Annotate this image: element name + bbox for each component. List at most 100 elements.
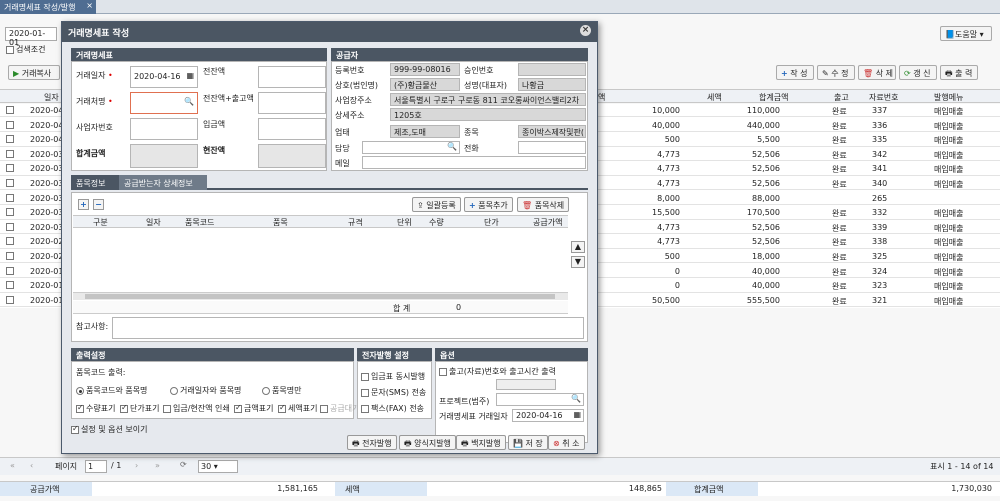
cancel-button[interactable]: ⊗ 취 소	[548, 435, 585, 450]
refresh-button[interactable]: ⟳ 갱 신	[899, 65, 937, 80]
reload-icon[interactable]: ⟳	[180, 460, 187, 469]
item-col-qty[interactable]: 수량	[429, 217, 444, 228]
calendar-icon[interactable]: ▦	[573, 410, 581, 419]
project-input[interactable]: 🔍	[496, 393, 584, 406]
col-amount[interactable]: 액	[598, 92, 605, 103]
check-outno-time[interactable]: 출고(자료)번호와 출고시간 출력	[439, 366, 556, 377]
checkbox-icon[interactable]	[76, 403, 84, 413]
check-tax[interactable]: 세액표기	[278, 403, 317, 414]
partner-input[interactable]: 🔍	[130, 92, 198, 114]
checkbox-icon[interactable]	[439, 367, 447, 376]
col-total[interactable]: 합계금액	[759, 92, 788, 103]
check-income-print[interactable]: 입금/현잔액 인쇄	[163, 403, 230, 414]
bulk-register-button[interactable]: ⇪ 일괄등록	[412, 197, 461, 212]
checkbox-icon[interactable]	[6, 135, 14, 144]
radio-date-and-name[interactable]: 거래일자와 품목명	[170, 385, 241, 396]
create-button[interactable]: + 작 성	[776, 65, 814, 80]
check-sms[interactable]: 문자(SMS) 전송	[361, 387, 426, 398]
checkbox-icon[interactable]	[6, 266, 14, 275]
checkbox-icon[interactable]	[361, 388, 369, 397]
checkbox-icon[interactable]	[278, 403, 286, 413]
del-item-button[interactable]: 🗑 품목삭제	[517, 197, 570, 212]
check-receipt[interactable]: 입금표 동시발행	[361, 371, 425, 382]
item-col-price[interactable]: 단가	[484, 217, 499, 228]
phone-input[interactable]	[518, 141, 586, 154]
checkbox-icon[interactable]	[6, 281, 14, 290]
scrollbar-thumb[interactable]	[85, 294, 555, 299]
close-icon[interactable]: ×	[580, 25, 591, 36]
radio-icon[interactable]	[170, 386, 178, 395]
memo-input[interactable]	[112, 317, 584, 339]
calendar-icon[interactable]: ▦	[186, 71, 194, 80]
date-input[interactable]: 2020-04-16 ▦	[130, 66, 198, 88]
checkbox-icon[interactable]	[361, 404, 369, 413]
save-button[interactable]: 💾 저 장	[508, 435, 548, 450]
copy-button[interactable]: ▶ 거래복사	[8, 65, 60, 80]
checkbox-icon[interactable]	[320, 404, 328, 413]
date-from-input[interactable]: 2020-01-01	[5, 27, 57, 47]
search-icon[interactable]: 🔍	[571, 394, 581, 403]
page-input[interactable]: 1	[85, 460, 107, 473]
form-issue-button[interactable]: 🖶 양식지발행	[399, 435, 456, 450]
col-tax[interactable]: 세액	[707, 92, 722, 103]
item-col-type[interactable]: 구분	[93, 217, 108, 228]
checkbox-icon[interactable]	[6, 295, 14, 304]
print-button[interactable]: 🖶 출 력	[940, 65, 978, 80]
checkbox-icon[interactable]	[6, 106, 14, 114]
first-page-icon[interactable]: «	[10, 461, 15, 470]
checkbox-icon[interactable]	[6, 222, 14, 231]
email-input[interactable]	[362, 156, 586, 169]
check-fax[interactable]: 팩스(FAX) 전송	[361, 403, 424, 414]
next-page-icon[interactable]: ›	[135, 461, 138, 470]
item-col-spec[interactable]: 규격	[348, 217, 363, 228]
search-cond[interactable]: 검색조건	[6, 44, 45, 55]
check-supply-price[interactable]: 공급대가	[320, 403, 359, 414]
item-col-supply[interactable]: 공급가액	[533, 217, 562, 228]
radio-code-and-name[interactable]: 품목코드와 품목명	[76, 385, 147, 396]
check-amount[interactable]: 금액표기	[234, 403, 273, 414]
checkbox-icon[interactable]	[6, 237, 14, 246]
item-col-unit[interactable]: 단위	[397, 217, 412, 228]
close-icon[interactable]: ×	[86, 1, 93, 10]
search-icon[interactable]: 🔍	[447, 142, 457, 151]
col-menu[interactable]: 발행메뉴	[934, 92, 963, 103]
help-button[interactable]: 📘도움말 ▾	[940, 26, 992, 41]
item-col-code[interactable]: 품목코드	[185, 217, 214, 228]
date2-input[interactable]: 2020-04-16 ▦	[512, 409, 584, 422]
move-down-icon[interactable]: ▼	[571, 256, 585, 268]
item-grid-scrollbar[interactable]	[73, 292, 568, 300]
per-page-select[interactable]: 30 ▾	[198, 460, 238, 473]
item-col-date[interactable]: 일자	[146, 217, 161, 228]
outtime-select[interactable]	[496, 379, 556, 390]
checkbox-icon[interactable]	[6, 252, 14, 260]
checkbox-icon[interactable]	[6, 120, 14, 129]
checkbox-icon[interactable]	[234, 403, 242, 413]
checkbox-icon[interactable]	[71, 424, 79, 434]
bizno-input[interactable]	[130, 118, 198, 140]
radio-icon[interactable]	[262, 386, 270, 395]
tab-invoice[interactable]: 거래명세표 작성/발행 ×	[0, 0, 96, 14]
search-icon[interactable]: 🔍	[184, 97, 194, 106]
radio-icon[interactable]	[76, 386, 84, 395]
tab-item-info[interactable]: 품목정보	[71, 175, 119, 190]
checkbox-icon[interactable]	[361, 372, 369, 381]
add-row-icon[interactable]: +	[78, 199, 89, 210]
e-issue-button[interactable]: 🖶 전자발행	[347, 435, 397, 450]
show-options-check[interactable]: 설정 및 옵션 보이기	[71, 424, 148, 435]
col-date[interactable]: 일자	[44, 92, 59, 103]
checkbox-icon[interactable]	[120, 403, 128, 413]
checkbox-icon[interactable]	[6, 45, 14, 54]
checkbox-icon[interactable]	[163, 404, 171, 413]
edit-button[interactable]: ✎ 수 정	[817, 65, 855, 80]
check-price[interactable]: 단가표기	[120, 403, 159, 414]
col-out[interactable]: 출고	[834, 92, 849, 103]
add-item-button[interactable]: + 품목추가	[464, 197, 513, 212]
delete-button[interactable]: 🗑 삭 제	[858, 65, 896, 80]
col-no[interactable]: 자료번호	[869, 92, 898, 103]
check-qty[interactable]: 수량표기	[76, 403, 115, 414]
item-col-item[interactable]: 품목	[273, 217, 288, 228]
checkbox-icon[interactable]	[6, 164, 14, 173]
prev-page-icon[interactable]: ‹	[30, 461, 33, 470]
income-input[interactable]	[258, 118, 326, 140]
checkbox-icon[interactable]	[6, 179, 14, 187]
